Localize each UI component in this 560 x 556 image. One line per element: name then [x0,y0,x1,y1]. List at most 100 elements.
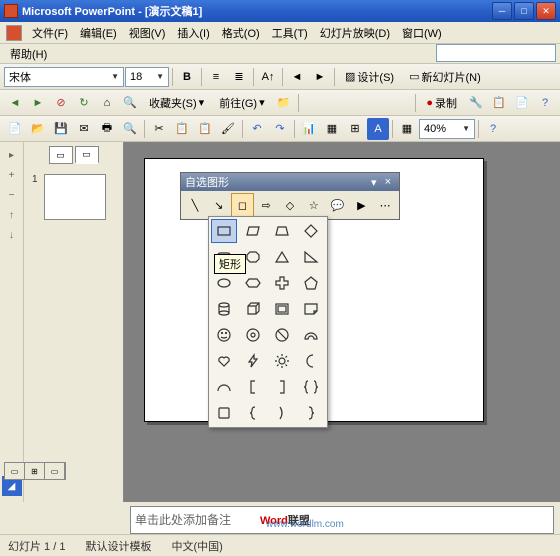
sorter-view-button[interactable]: ⊞ [25,463,45,479]
search-button[interactable]: 🔍 [119,92,141,114]
slideshow-view-button[interactable]: ▭ [45,463,65,479]
menu-slideshow[interactable]: 幻灯片放映(D) [314,23,396,43]
action-buttons-category[interactable]: ▶ [349,193,373,217]
new-button[interactable]: 📄 [4,118,26,140]
shape-brace-left[interactable] [240,401,266,425]
slide-thumbnail[interactable]: 1 [28,170,119,224]
open-button[interactable]: 📂 [27,118,49,140]
chart-button[interactable]: 📊 [298,118,320,140]
print-button[interactable]: 🖶 [96,118,118,140]
down-icon[interactable]: ↓ [3,226,21,244]
indent-less-button[interactable]: ◄ [286,66,308,88]
callouts-category[interactable]: 💬 [326,193,350,217]
size-combo[interactable]: 18▼ [125,67,169,87]
show-button[interactable]: ▦ [396,118,418,140]
flowchart-category[interactable]: ◇ [278,193,302,217]
shape-block-arc[interactable] [298,323,324,347]
bold-button[interactable]: B [176,66,198,88]
shape-arc[interactable] [211,375,237,399]
shape-brace-right[interactable] [298,401,324,425]
forward-button[interactable]: ► [27,92,49,114]
more-category[interactable]: ⋯ [373,193,397,217]
connectors-category[interactable]: ↘ [207,193,231,217]
shape-moon[interactable] [298,349,324,373]
menu-format[interactable]: 格式(O) [216,23,266,43]
shape-sun[interactable] [269,349,295,373]
shape-folded-corner[interactable] [298,297,324,321]
home-button[interactable]: ⌂ [96,92,118,114]
block-arrows-category[interactable]: ⇨ [254,193,278,217]
favorites-button[interactable]: 收藏夹(S)▾ [142,93,211,113]
menu-insert[interactable]: 插入(I) [171,23,215,43]
new-slide-button[interactable]: ▭新幻灯片(N) [402,67,488,87]
stop-button[interactable]: ⊘ [50,92,72,114]
minimize-button[interactable]: ─ [492,2,512,20]
close-button[interactable]: ✕ [536,2,556,20]
help-button[interactable]: ? [482,118,504,140]
color-button[interactable]: A [367,118,389,140]
shape-no-symbol[interactable] [269,323,295,347]
save-button[interactable]: 💾 [50,118,72,140]
menu-view[interactable]: 视图(V) [123,23,172,43]
grid-button[interactable]: ⊞ [344,118,366,140]
expand-icon[interactable]: ▸ [3,146,21,164]
font-grow-button[interactable]: A↑ [257,66,279,88]
shape-bevel[interactable] [269,297,295,321]
outline-tab[interactable]: ▭ [49,146,73,164]
design-button[interactable]: ▨设计(S) [338,67,401,87]
shape-bracket-left[interactable] [240,375,266,399]
font-combo[interactable]: 宋体▼ [4,67,124,87]
email-button[interactable]: ✉ [73,118,95,140]
shape-brace-pair[interactable] [298,375,324,399]
shape-cube[interactable] [240,297,266,321]
menu-file[interactable]: 文件(F) [26,23,74,43]
undo-button[interactable]: ↶ [246,118,268,140]
shape-oval[interactable] [211,271,237,295]
stars-category[interactable]: ☆ [302,193,326,217]
slides-tab[interactable]: ▭ [75,146,99,164]
shape-parallelogram[interactable] [240,219,266,243]
menu-help[interactable]: 帮助(H) [4,44,53,64]
shape-lightning[interactable] [240,349,266,373]
menu-edit[interactable]: 编辑(E) [74,23,123,43]
preview-button[interactable]: 🔍 [119,118,141,140]
tool1-button[interactable]: 🔧 [465,92,487,114]
shape-triangle[interactable] [269,245,295,269]
shape-smiley[interactable] [211,323,237,347]
close-icon[interactable]: × [381,176,395,188]
table-button[interactable]: ▦ [321,118,343,140]
shape-diamond[interactable] [298,219,324,243]
shape-trapezoid[interactable] [269,219,295,243]
shape-heart[interactable] [211,349,237,373]
menu-tools[interactable]: 工具(T) [266,23,314,43]
menu-window[interactable]: 窗口(W) [396,23,448,43]
bullets-button[interactable]: ≡ [205,66,227,88]
redo-button[interactable]: ↷ [269,118,291,140]
indent-more-button[interactable]: ► [309,66,331,88]
autoshapes-toolbar[interactable]: 自选图形▾× ╲ ↘ ◻ ⇨ ◇ ☆ 💬 ▶ ⋯ [180,172,400,220]
ask-box[interactable] [436,44,556,62]
folder-button[interactable]: 📁 [273,92,295,114]
normal-view-button[interactable]: ▭ [5,463,25,479]
up-icon[interactable]: ↑ [3,206,21,224]
minus-icon[interactable]: − [3,186,21,204]
zoom-combo[interactable]: 40%▼ [419,119,475,139]
lines-category[interactable]: ╲ [183,193,207,217]
shape-plaque[interactable] [211,401,237,425]
shape-hexagon[interactable] [240,271,266,295]
maximize-button[interactable]: □ [514,2,534,20]
shape-can[interactable] [211,297,237,321]
shape-rectangle[interactable] [211,219,237,243]
numbering-button[interactable]: ≣ [228,66,250,88]
go-button[interactable]: 前往(G)▾ [212,93,271,113]
shape-paren-right[interactable] [269,401,295,425]
record-button[interactable]: ●录制 [419,93,464,113]
back-button[interactable]: ◄ [4,92,26,114]
basic-shapes-category[interactable]: ◻ [231,193,255,217]
tool2-button[interactable]: 📋 [488,92,510,114]
autoshapes-title[interactable]: 自选图形▾× [181,173,399,191]
shape-pentagon[interactable] [298,271,324,295]
dropdown-icon[interactable]: ▾ [367,176,381,189]
tool3-button[interactable]: 📄 [511,92,533,114]
shape-right-triangle[interactable] [298,245,324,269]
